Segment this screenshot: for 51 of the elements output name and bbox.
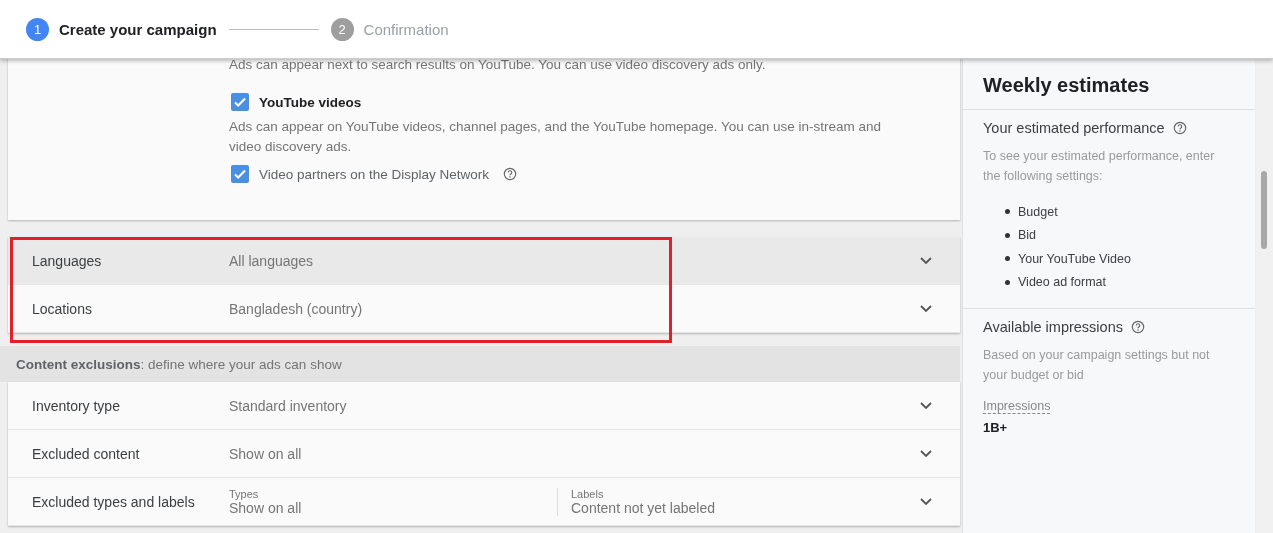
help-icon[interactable] bbox=[503, 167, 518, 181]
panel-note: To see your estimated performance, enter the following settings: bbox=[983, 148, 1216, 185]
bullet-icon bbox=[1005, 232, 1010, 238]
checkbox-label: YouTube videos bbox=[259, 94, 362, 110]
panel-title: Weekly estimates bbox=[963, 59, 1255, 110]
chevron-down-icon[interactable] bbox=[920, 304, 932, 313]
section-title: Content exclusions: define where your ads can show bbox=[16, 356, 342, 372]
checkbox-label: Video partners on the Display Network bbox=[259, 166, 490, 182]
row-label: Locations bbox=[32, 300, 93, 317]
checkbox[interactable] bbox=[231, 165, 249, 183]
bullet-icon bbox=[1005, 256, 1010, 262]
option-description: Ads can appear on YouTube videos, channel pages, and the YouTube homepage. You can use in-stream and video discovery ads. bbox=[229, 118, 882, 156]
row-value: Bangladesh (country) bbox=[229, 300, 364, 317]
row-value: Show on all bbox=[229, 445, 303, 462]
step-label[interactable]: Create your campaign bbox=[59, 20, 217, 38]
row-value: Standard inventory bbox=[229, 397, 348, 414]
row-label: Excluded content bbox=[32, 445, 141, 462]
chevron-down-icon[interactable] bbox=[920, 256, 932, 265]
option-description: Ads can appear next to search results on YouTube. You can use video discovery ads only. bbox=[229, 56, 767, 74]
settings-row[interactable]: Excluded content Show on all bbox=[8, 430, 960, 478]
bullet-icon bbox=[1005, 279, 1010, 285]
settings-row[interactable]: Languages All languages bbox=[8, 237, 960, 285]
field-value: Show on all bbox=[229, 499, 303, 516]
chevron-down-icon[interactable] bbox=[920, 401, 932, 410]
panel-note: Based on your campaign settings but not your budget or bid bbox=[983, 347, 1211, 384]
step-number: 2 bbox=[330, 17, 354, 41]
step-number: 1 bbox=[26, 17, 49, 41]
settings-row[interactable]: Inventory type Standard inventory bbox=[8, 382, 960, 430]
list-item: Your YouTube Video bbox=[1018, 251, 1131, 266]
list-item: Video ad format bbox=[1018, 275, 1107, 290]
bullet-icon bbox=[1005, 209, 1010, 215]
checkbox[interactable] bbox=[231, 93, 249, 111]
panel-heading: Available impressions bbox=[983, 319, 1123, 335]
row-label: Languages bbox=[32, 252, 103, 269]
row-label: Excluded types and labels bbox=[32, 493, 196, 510]
help-icon[interactable] bbox=[1130, 320, 1145, 334]
list-item: Budget bbox=[1018, 204, 1058, 219]
row-value: All languages bbox=[229, 252, 315, 269]
field-caption: Labels bbox=[571, 487, 605, 500]
field-value: Content not yet labeled bbox=[571, 499, 716, 516]
panel-heading: Your estimated performance bbox=[983, 120, 1165, 136]
scrollbar-thumb[interactable] bbox=[1261, 171, 1267, 249]
help-icon[interactable] bbox=[1172, 121, 1187, 135]
settings-row[interactable]: Locations Bangladesh (country) bbox=[8, 285, 960, 333]
field-caption: Types bbox=[229, 487, 260, 500]
settings-row[interactable]: Excluded types and labels Types Show on all Labels Content not yet labeled bbox=[8, 478, 960, 526]
list-item: Bid bbox=[1018, 228, 1037, 243]
chevron-down-icon[interactable] bbox=[920, 497, 932, 506]
chevron-down-icon[interactable] bbox=[920, 449, 932, 458]
metric-value: 1B+ bbox=[983, 420, 1009, 435]
row-label: Inventory type bbox=[32, 397, 121, 414]
